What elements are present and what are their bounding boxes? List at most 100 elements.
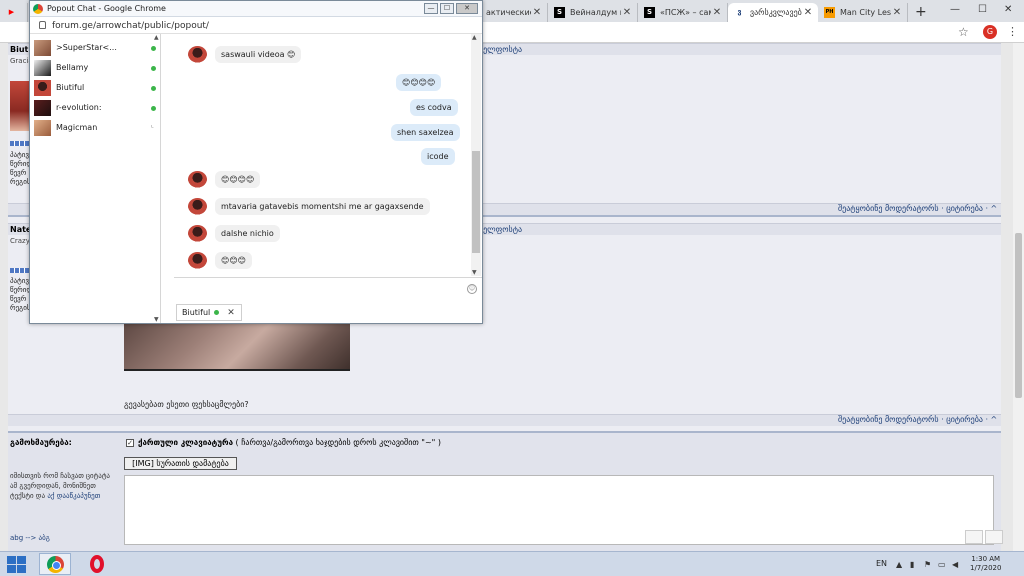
- add-image-button[interactable]: [IMG] სურათის დამატება: [124, 457, 237, 470]
- minimize-button[interactable]: —: [950, 4, 960, 15]
- buddy-list: >SuperStar<... Bellamy Biutiful r-evolut…: [30, 34, 161, 323]
- message-bubble: 😊😊😊😊: [396, 74, 442, 91]
- tab-ph[interactable]: PH Man City Lesb ✕: [818, 3, 908, 22]
- tab-forum-active[interactable]: ვ ვარსკვლავებ ✕: [728, 3, 818, 22]
- taskbar-chrome[interactable]: [39, 553, 71, 575]
- email-link[interactable]: · ელფოსტა: [478, 225, 522, 234]
- chrome-icon: [46, 555, 64, 573]
- popout-close-button[interactable]: ✕: [456, 3, 478, 14]
- tray-network-icon[interactable]: ▮: [910, 560, 914, 569]
- close-tab-icon[interactable]: ✕: [711, 7, 723, 18]
- avatar: [188, 198, 207, 215]
- incoming-message: 😊😊😊😊: [188, 171, 261, 188]
- outgoing-message: es codva: [410, 99, 458, 116]
- outgoing-message: shen saxelzea: [391, 124, 460, 141]
- avatar: [34, 80, 51, 96]
- transliteration-hint: abg --> აბგ: [10, 534, 50, 542]
- menu-kebab-icon[interactable]: ⋮: [1007, 25, 1018, 38]
- bookmark-star-icon[interactable]: ☆: [958, 25, 969, 39]
- smiley-icon[interactable]: ☺: [467, 284, 477, 294]
- keyboard-checkbox[interactable]: ✓: [126, 439, 134, 447]
- buddy-item[interactable]: Biutiful: [34, 79, 158, 97]
- sports-site-icon: S: [554, 7, 565, 18]
- windows-logo-icon: [7, 556, 16, 564]
- forum-icon: ვ: [737, 8, 742, 16]
- tab-article[interactable]: актические и ✕: [480, 3, 548, 22]
- popout-titlebar[interactable]: Popout Chat - Google Chrome — ☐ ✕: [30, 1, 482, 17]
- scroll-up-icon[interactable]: ▲: [472, 34, 477, 41]
- avatar: [188, 46, 207, 63]
- page-scrollbar[interactable]: [1013, 43, 1024, 551]
- popout-address-bar[interactable]: forum.ge/arrowchat/public/popout/: [30, 17, 482, 34]
- scroll-up-icon[interactable]: ▲: [154, 34, 159, 41]
- start-button[interactable]: [4, 554, 28, 574]
- tray-arrow-icon[interactable]: ▲: [896, 560, 902, 569]
- report-quote-links[interactable]: შეატყობინე მოდერატორს · ციტირება · ^: [838, 415, 997, 424]
- tab-sports-1[interactable]: S Вейналдум и ✕: [548, 3, 638, 22]
- language-indicator[interactable]: EN: [876, 559, 887, 568]
- chat-input[interactable]: ☺: [174, 277, 482, 303]
- tab-sports-2[interactable]: S «ПСЖ» – сам ✕: [638, 3, 728, 22]
- toggle-icon[interactable]: [985, 530, 1003, 544]
- clock[interactable]: 1:30 AM 1/7/2020: [970, 555, 1001, 573]
- outgoing-message: 😊😊😊😊: [396, 74, 442, 91]
- buddy-item[interactable]: Magicman ᴸ: [34, 119, 158, 137]
- popout-url: forum.ge/arrowchat/public/popout/: [52, 21, 209, 31]
- tab-title: Вейналдум и: [570, 8, 621, 17]
- taskbar-opera[interactable]: [81, 553, 113, 575]
- close-tab-icon[interactable]: ✕: [891, 7, 903, 18]
- buddy-list-scrollbar[interactable]: ▲ ▼: [154, 34, 160, 323]
- chat-messages: saswauli videoa 😊 😊😊😊😊 es codva shen sax…: [174, 34, 482, 276]
- ph-icon: PH: [824, 7, 835, 18]
- buddy-item[interactable]: >SuperStar<...: [34, 39, 158, 57]
- buddy-item[interactable]: r-evolution:: [34, 99, 158, 117]
- message-bubble: saswauli videoa 😊: [215, 46, 302, 63]
- tab-youtube[interactable]: ▶: [0, 3, 28, 22]
- page-scrollbar-thumb[interactable]: [1015, 233, 1022, 398]
- close-chat-tab-icon[interactable]: ✕: [227, 308, 235, 318]
- popout-maximize-button[interactable]: ☐: [440, 3, 454, 14]
- close-tab-icon[interactable]: ✕: [531, 7, 543, 18]
- windows-logo-icon: [17, 556, 26, 564]
- buddy-item[interactable]: Bellamy: [34, 59, 158, 77]
- new-tab-button[interactable]: +: [915, 4, 927, 20]
- chat-tab[interactable]: Biutiful ✕: [176, 304, 242, 321]
- window-icon[interactable]: [965, 530, 983, 544]
- reply-textarea[interactable]: [124, 475, 994, 545]
- chat-tab-name: Biutiful: [182, 308, 211, 317]
- chat-scrollbar-thumb[interactable]: [472, 151, 480, 253]
- tab-title: актические и: [486, 8, 531, 17]
- scroll-down-icon[interactable]: ▼: [154, 316, 159, 323]
- reply-label: გამოხმაურება:: [10, 438, 72, 447]
- close-tab-icon[interactable]: ✕: [802, 7, 814, 18]
- avatar: [34, 100, 51, 116]
- tray-volume-icon[interactable]: ◀: [952, 560, 958, 569]
- chrome-icon: [33, 4, 43, 14]
- post-image: [124, 318, 350, 371]
- clock-date: 1/7/2020: [970, 564, 1002, 572]
- close-tab-icon[interactable]: ✕: [621, 7, 633, 18]
- avatar: [188, 252, 207, 269]
- scroll-down-icon[interactable]: ▼: [472, 269, 477, 276]
- tray-flag-icon[interactable]: ⚑: [924, 560, 931, 569]
- popout-chat-window: Popout Chat - Google Chrome — ☐ ✕ forum.…: [29, 0, 483, 324]
- profile-avatar[interactable]: G: [983, 25, 997, 39]
- post-author[interactable]: Biuti: [10, 45, 31, 54]
- youtube-icon: ▶: [8, 8, 15, 16]
- popout-title: Popout Chat - Google Chrome: [47, 4, 166, 13]
- keyboard-hint: ( ჩართვა/გამორთვა ხაჯდების დროს კლავიშით…: [235, 438, 442, 447]
- rank-badge: [10, 141, 30, 146]
- maximize-button[interactable]: ☐: [978, 4, 987, 15]
- chat-scrollbar[interactable]: ▲ ▼: [471, 34, 481, 276]
- close-window-button[interactable]: ✕: [1004, 4, 1012, 15]
- email-link[interactable]: · ელფოსტა: [478, 45, 522, 54]
- tray-battery-icon[interactable]: ▭: [938, 560, 946, 569]
- quote-help-link[interactable]: აქ დააწკაპუნეთ: [47, 492, 100, 500]
- avatar: [34, 60, 51, 76]
- report-quote-links[interactable]: შეატყობინე მოდერატორს · ციტირება · ^: [838, 204, 997, 213]
- avatar: [34, 40, 51, 56]
- tab-title: ვარსკვლავებ: [750, 8, 802, 17]
- popout-minimize-button[interactable]: —: [424, 3, 438, 14]
- rank-badge: [10, 268, 30, 273]
- tab-title: «ПСЖ» – сам: [660, 8, 711, 17]
